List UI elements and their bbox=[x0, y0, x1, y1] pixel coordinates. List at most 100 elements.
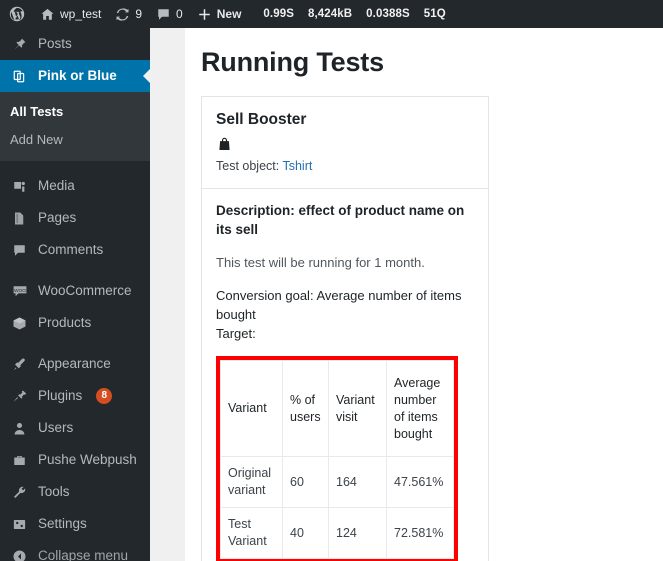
sidebar-item-woocommerce[interactable]: WOO WooCommerce bbox=[0, 275, 150, 307]
running-test-card: Sell Booster Test object: Tshirt Descrip… bbox=[201, 95, 489, 561]
sidebar-item-label: Pushe Webpush bbox=[38, 452, 137, 468]
sidebar-item-plugins[interactable]: Plugins 8 bbox=[0, 380, 150, 412]
briefcase-icon bbox=[10, 453, 29, 468]
wordpress-admin-screen: wp_test 9 0 New 0.99S 8,424kB 0.0388S 51… bbox=[0, 0, 663, 561]
sidebar-item-appearance[interactable]: Appearance bbox=[0, 348, 150, 380]
comment-bubble-icon bbox=[156, 7, 171, 22]
target-label: Target: bbox=[216, 325, 256, 341]
sidebar-item-label: WooCommerce bbox=[38, 283, 132, 299]
sidebar-item-comments[interactable]: Comments bbox=[0, 234, 150, 266]
test-object-label: Test object: bbox=[216, 158, 280, 173]
plugins-update-badge: 8 bbox=[96, 388, 113, 404]
sidebar-item-products[interactable]: Products bbox=[0, 307, 150, 339]
comments-count: 0 bbox=[176, 7, 183, 21]
content-gutter bbox=[150, 28, 185, 561]
metric-query-count[interactable]: 51Q bbox=[417, 8, 453, 20]
page-title: Running Tests bbox=[201, 47, 384, 77]
table-row: Test Variant 40 124 72.581% bbox=[220, 507, 454, 559]
sidebar-item-add-new[interactable]: Add New bbox=[0, 126, 150, 154]
metric-query-time[interactable]: 0.0388S bbox=[359, 8, 417, 20]
sidebar-item-label: Tools bbox=[38, 484, 70, 500]
cell-avg-items-bought: 47.561% bbox=[386, 456, 454, 509]
admin-sidebar: Posts Pink or Blue All Tests Add New Med bbox=[0, 28, 150, 561]
svg-text:WOO: WOO bbox=[14, 288, 26, 294]
cell-variant-name: Original variant bbox=[220, 456, 283, 509]
test-runtime: This test will be running for 1 month. bbox=[216, 255, 425, 271]
pages-icon bbox=[10, 211, 29, 226]
home-icon bbox=[40, 7, 55, 22]
sidebar-item-posts[interactable]: Posts bbox=[0, 28, 150, 60]
sidebar-item-pushe-webpush[interactable]: Pushe Webpush bbox=[0, 444, 150, 476]
cell-percent-users: 60 bbox=[282, 456, 329, 509]
wordpress-logo-icon bbox=[9, 6, 25, 22]
sidebar-item-all-tests[interactable]: All Tests bbox=[0, 98, 150, 126]
sidebar-item-label: Plugins bbox=[38, 388, 83, 404]
sidebar-item-pages[interactable]: Pages bbox=[0, 202, 150, 234]
main-content: Running Tests Sell Booster Test object: … bbox=[185, 28, 663, 561]
performance-metrics: 0.99S 8,424kB 0.0388S 51Q bbox=[256, 8, 452, 20]
sidebar-item-label: Pink or Blue bbox=[38, 68, 117, 84]
shopping-bag-icon bbox=[216, 136, 474, 153]
collapse-menu-button[interactable]: Collapse menu bbox=[0, 540, 150, 561]
updates-menu[interactable]: 9 bbox=[108, 0, 149, 28]
column-header-variant: Variant bbox=[220, 360, 283, 458]
cell-percent-users: 40 bbox=[282, 507, 329, 559]
plus-icon bbox=[197, 7, 212, 22]
sidebar-item-label: Users bbox=[38, 420, 74, 436]
sidebar-item-label: Posts bbox=[38, 36, 72, 52]
sidebar-item-media[interactable]: Media bbox=[0, 170, 150, 202]
sidebar-item-label: Products bbox=[38, 315, 92, 331]
site-name-label: wp_test bbox=[60, 7, 102, 21]
cell-variant-visit: 124 bbox=[328, 507, 387, 559]
column-header-variant-visit: Variant visit bbox=[328, 360, 387, 458]
box-icon bbox=[10, 316, 29, 331]
new-content-menu[interactable]: New bbox=[190, 0, 249, 28]
metric-load-time[interactable]: 0.99S bbox=[256, 8, 301, 20]
new-content-label: New bbox=[216, 7, 242, 21]
test-description: Description: effect of product name on i… bbox=[216, 202, 465, 238]
sidebar-item-pink-or-blue[interactable]: Pink or Blue bbox=[0, 60, 150, 92]
sidebar-item-settings[interactable]: Settings bbox=[0, 508, 150, 540]
clone-icon bbox=[10, 69, 29, 84]
results-table: Variant % of users Variant visit Average… bbox=[220, 360, 454, 559]
column-header-percent-users: % of users bbox=[282, 360, 329, 458]
comment-bubble-icon bbox=[10, 243, 29, 258]
paintbrush-icon bbox=[10, 357, 29, 372]
user-icon bbox=[10, 421, 29, 436]
site-name-menu[interactable]: wp_test bbox=[33, 0, 108, 28]
sidebar-submenu-pink-or-blue: All Tests Add New bbox=[0, 92, 150, 161]
cell-avg-items-bought: 72.581% bbox=[386, 507, 454, 559]
sidebar-separator bbox=[0, 161, 150, 170]
table-row: Original variant 60 164 47.561% bbox=[220, 456, 454, 509]
test-object-row: Test object: Tshirt bbox=[216, 156, 474, 176]
sidebar-item-label: Media bbox=[38, 178, 75, 194]
settings-icon bbox=[10, 517, 29, 532]
column-header-avg-items-bought: Average number of items bought bbox=[386, 360, 454, 458]
collapse-arrow-icon bbox=[10, 549, 29, 561]
collapse-menu-label: Collapse menu bbox=[38, 548, 129, 561]
sidebar-item-label: Comments bbox=[38, 242, 104, 258]
sidebar-item-label: Pages bbox=[38, 210, 77, 226]
plug-icon bbox=[10, 389, 29, 404]
media-icon bbox=[10, 179, 29, 194]
pin-icon bbox=[10, 37, 29, 52]
table-header-row: Variant % of users Variant visit Average… bbox=[220, 360, 454, 458]
sidebar-item-tools[interactable]: Tools bbox=[0, 476, 150, 508]
test-object-link[interactable]: Tshirt bbox=[282, 159, 312, 173]
cell-variant-visit: 164 bbox=[328, 456, 387, 509]
updates-icon bbox=[115, 7, 130, 22]
sidebar-item-label: Appearance bbox=[38, 356, 111, 372]
comments-menu[interactable]: 0 bbox=[149, 0, 190, 28]
metric-memory-usage[interactable]: 8,424kB bbox=[301, 8, 359, 20]
updates-count: 9 bbox=[135, 7, 143, 21]
sidebar-separator bbox=[0, 339, 150, 348]
sidebar-separator bbox=[0, 266, 150, 275]
wrench-icon bbox=[10, 485, 29, 500]
card-divider bbox=[202, 187, 488, 189]
results-table-highlight: Variant % of users Variant visit Average… bbox=[216, 356, 458, 561]
woocommerce-icon: WOO bbox=[10, 283, 29, 299]
wordpress-logo-button[interactable] bbox=[0, 0, 33, 28]
cell-variant-name: Test Variant bbox=[220, 507, 283, 559]
sidebar-item-label: Settings bbox=[38, 516, 87, 532]
sidebar-item-users[interactable]: Users bbox=[0, 412, 150, 444]
